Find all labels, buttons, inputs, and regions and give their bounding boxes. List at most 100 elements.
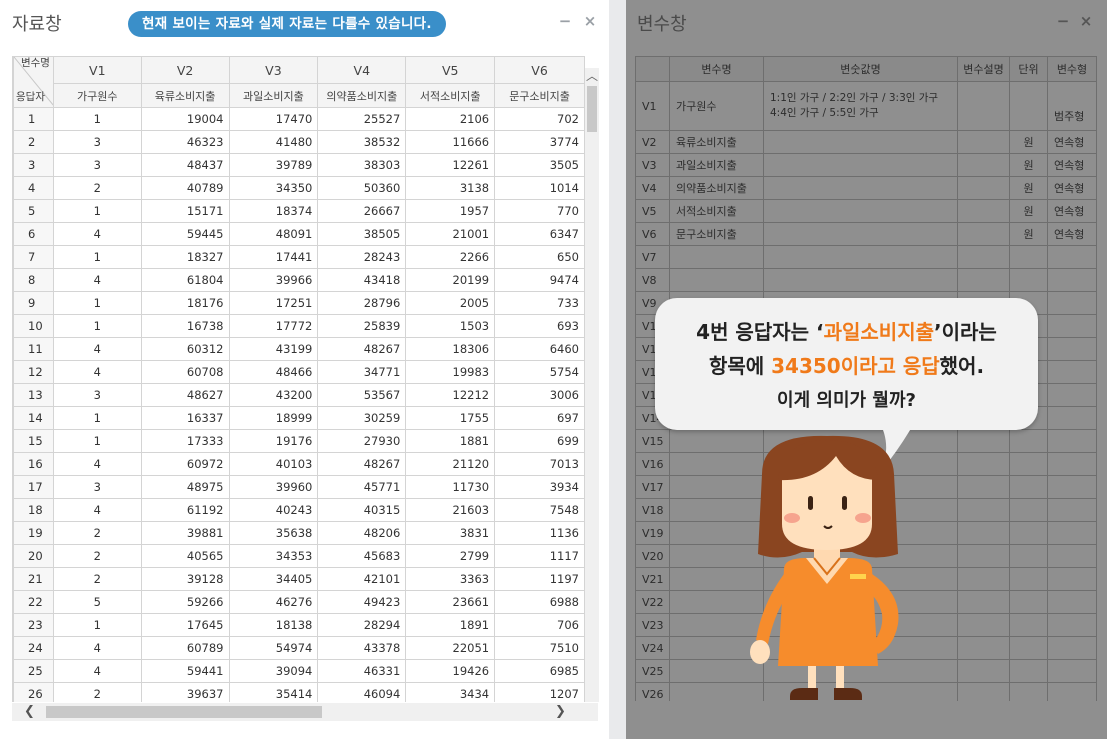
table-cell[interactable]: 4 <box>52 222 142 246</box>
table-cell[interactable]: 46331 <box>317 659 407 683</box>
variable-type-cell[interactable]: 연속형 <box>1047 199 1097 223</box>
table-cell[interactable]: 4 <box>52 337 142 361</box>
table-cell[interactable]: 7548 <box>494 498 585 522</box>
table-cell[interactable]: 699 <box>494 429 585 453</box>
table-cell[interactable]: 2 <box>52 682 142 702</box>
table-cell[interactable]: 27930 <box>317 429 407 453</box>
variable-type-cell[interactable] <box>1047 268 1097 292</box>
variable-type-cell[interactable] <box>1047 682 1097 701</box>
variable-values-cell[interactable] <box>763 153 958 177</box>
variable-type-cell[interactable] <box>1047 337 1097 361</box>
table-cell[interactable]: 60972 <box>140 452 230 476</box>
column-name-header[interactable]: 문구소비지출 <box>494 83 585 108</box>
table-cell[interactable]: 706 <box>494 613 585 637</box>
variable-type-cell[interactable] <box>1047 613 1097 637</box>
variable-id[interactable]: V4 <box>635 176 670 200</box>
table-cell[interactable]: 17772 <box>228 314 319 338</box>
scroll-left-icon[interactable]: ❮ <box>24 703 35 721</box>
table-cell[interactable]: 1197 <box>494 567 585 591</box>
variable-name-cell[interactable] <box>669 268 764 292</box>
variable-type-cell[interactable] <box>1047 659 1097 683</box>
table-cell[interactable]: 1 <box>52 291 142 315</box>
variable-id[interactable]: V17 <box>635 475 670 499</box>
row-number[interactable]: 23 <box>13 613 54 637</box>
variable-type-cell[interactable] <box>1047 291 1097 315</box>
table-cell[interactable]: 6347 <box>494 222 585 246</box>
row-number[interactable]: 14 <box>13 406 54 430</box>
variable-id[interactable]: V20 <box>635 544 670 568</box>
variable-id[interactable]: V25 <box>635 659 670 683</box>
table-cell[interactable]: 21001 <box>405 222 496 246</box>
variable-name-header[interactable]: 변수명 <box>669 56 764 82</box>
table-cell[interactable]: 2799 <box>405 544 496 568</box>
table-cell[interactable]: 43199 <box>228 337 319 361</box>
variable-type-cell[interactable] <box>1047 429 1097 453</box>
variable-type-cell[interactable] <box>1047 498 1097 522</box>
variable-unit-header[interactable]: 단위 <box>1009 56 1048 82</box>
row-number[interactable]: 12 <box>13 360 54 384</box>
variable-desc-cell[interactable] <box>957 636 1010 660</box>
table-cell[interactable]: 46323 <box>140 130 230 154</box>
variable-desc-cell[interactable] <box>957 590 1010 614</box>
table-cell[interactable]: 18374 <box>228 199 319 223</box>
row-number[interactable]: 13 <box>13 383 54 407</box>
table-cell[interactable]: 46094 <box>317 682 407 702</box>
variable-id[interactable]: V18 <box>635 498 670 522</box>
variable-desc-cell[interactable] <box>957 544 1010 568</box>
table-cell[interactable]: 5 <box>52 590 142 614</box>
table-cell[interactable]: 48975 <box>140 475 230 499</box>
table-cell[interactable]: 12261 <box>405 153 496 177</box>
table-cell[interactable]: 733 <box>494 291 585 315</box>
table-cell[interactable]: 3505 <box>494 153 585 177</box>
variable-desc-cell[interactable] <box>957 222 1010 246</box>
table-cell[interactable]: 1207 <box>494 682 585 702</box>
table-cell[interactable]: 18306 <box>405 337 496 361</box>
variable-values-cell[interactable] <box>763 199 958 223</box>
table-cell[interactable]: 60312 <box>140 337 230 361</box>
variable-type-cell[interactable] <box>1047 636 1097 660</box>
table-cell[interactable]: 1881 <box>405 429 496 453</box>
variable-type-cell[interactable] <box>1047 314 1097 338</box>
variable-desc-cell[interactable] <box>957 268 1010 292</box>
table-cell[interactable]: 61192 <box>140 498 230 522</box>
column-code-header[interactable]: V2 <box>140 56 230 84</box>
table-cell[interactable]: 16337 <box>140 406 230 430</box>
row-number[interactable]: 17 <box>13 475 54 499</box>
row-number[interactable]: 8 <box>13 268 54 292</box>
table-cell[interactable]: 3 <box>52 383 142 407</box>
table-cell[interactable]: 48267 <box>317 452 407 476</box>
table-cell[interactable]: 48437 <box>140 153 230 177</box>
column-name-header[interactable]: 서적소비지출 <box>405 83 496 108</box>
column-name-header[interactable]: 가구원수 <box>52 83 142 108</box>
table-cell[interactable]: 4 <box>52 268 142 292</box>
table-cell[interactable]: 42101 <box>317 567 407 591</box>
row-number[interactable]: 10 <box>13 314 54 338</box>
row-number[interactable]: 6 <box>13 222 54 246</box>
variable-type-cell[interactable]: 연속형 <box>1047 130 1097 154</box>
table-cell[interactable]: 1 <box>52 613 142 637</box>
table-cell[interactable]: 40243 <box>228 498 319 522</box>
variable-id[interactable]: V7 <box>635 245 670 269</box>
table-cell[interactable]: 48466 <box>228 360 319 384</box>
row-number[interactable]: 19 <box>13 521 54 545</box>
table-cell[interactable]: 34405 <box>228 567 319 591</box>
table-cell[interactable]: 693 <box>494 314 585 338</box>
variable-unit-cell[interactable] <box>1009 636 1048 660</box>
variable-unit-cell[interactable] <box>1009 682 1048 701</box>
minimize-button[interactable]: − <box>1056 12 1070 30</box>
variable-id[interactable]: V3 <box>635 153 670 177</box>
table-cell[interactable]: 45683 <box>317 544 407 568</box>
table-cell[interactable]: 650 <box>494 245 585 269</box>
variable-id[interactable]: V2 <box>635 130 670 154</box>
row-number[interactable]: 25 <box>13 659 54 683</box>
table-cell[interactable]: 54974 <box>228 636 319 660</box>
table-cell[interactable]: 3138 <box>405 176 496 200</box>
variable-type-cell[interactable] <box>1047 245 1097 269</box>
variable-values-cell[interactable] <box>763 176 958 200</box>
table-cell[interactable]: 30259 <box>317 406 407 430</box>
table-cell[interactable]: 43418 <box>317 268 407 292</box>
table-cell[interactable]: 1 <box>52 314 142 338</box>
table-cell[interactable]: 38532 <box>317 130 407 154</box>
table-cell[interactable]: 7013 <box>494 452 585 476</box>
table-cell[interactable]: 1755 <box>405 406 496 430</box>
